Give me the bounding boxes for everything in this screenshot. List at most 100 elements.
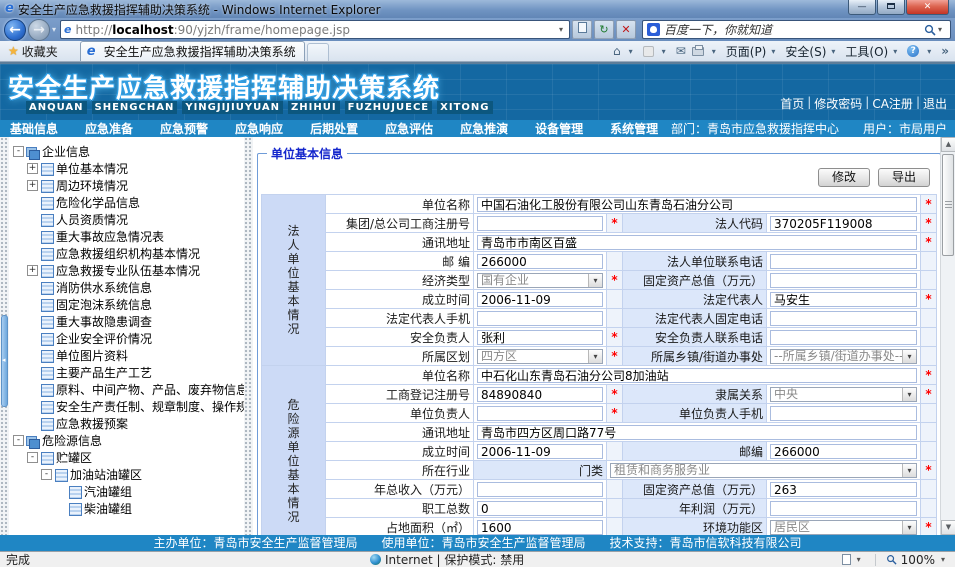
tree-item[interactable]: 单位图片资料: [9, 347, 244, 364]
overflow-chevron-icon[interactable]: »: [941, 44, 949, 58]
minimize-button[interactable]: —: [848, 0, 876, 15]
stop-button[interactable]: ✕: [616, 20, 636, 39]
header-link-2[interactable]: 修改密码: [814, 95, 862, 112]
search-input[interactable]: 百度一下，你就知道 ▾: [642, 20, 951, 39]
chevron-down-icon[interactable]: ▾: [588, 274, 602, 287]
field-input[interactable]: 2006-11-09: [477, 444, 603, 459]
back-button[interactable]: ←: [4, 19, 26, 41]
field-select[interactable]: 国有企业▾: [477, 273, 603, 288]
feeds-icon[interactable]: [643, 46, 654, 57]
chevron-down-icon[interactable]: ▾: [902, 464, 916, 477]
field-input[interactable]: 马安生: [770, 292, 917, 307]
tree-item[interactable]: 应急救援预案: [9, 415, 244, 432]
splitter-collapse-handle[interactable]: [1, 315, 8, 407]
tree-item[interactable]: 应急救援组织机构基本情况: [9, 245, 244, 262]
search-icon[interactable]: [924, 24, 936, 36]
tree-item[interactable]: -企业信息: [9, 143, 244, 160]
field-input[interactable]: [770, 273, 917, 288]
nav-item[interactable]: 应急准备: [85, 120, 133, 137]
tree-item[interactable]: 固定泡沫系统信息: [9, 296, 244, 313]
tree-item[interactable]: 重大事故隐患调查: [9, 313, 244, 330]
field-input[interactable]: 张利: [477, 330, 603, 345]
field-select[interactable]: 四方区▾: [477, 349, 603, 364]
print-dropdown[interactable]: ▾: [712, 47, 716, 56]
scroll-up-arrow[interactable]: ▲: [941, 137, 955, 152]
tree-item[interactable]: 危险化学品信息: [9, 194, 244, 211]
field-input[interactable]: 青岛市市南区百盛: [477, 235, 917, 250]
tree-item[interactable]: +周边环境情况: [9, 177, 244, 194]
home-dropdown[interactable]: ▾: [629, 47, 633, 56]
scroll-thumb[interactable]: [942, 154, 954, 256]
feeds-dropdown[interactable]: ▾: [662, 47, 666, 56]
tree-item[interactable]: 企业安全评价情况: [9, 330, 244, 347]
field-select[interactable]: --所属乡镇/街道办事处--▾: [770, 349, 917, 364]
nav-item[interactable]: 应急评估: [385, 120, 433, 137]
nav-item[interactable]: 设备管理: [535, 120, 583, 137]
field-select[interactable]: 居民区▾: [770, 520, 917, 535]
field-input[interactable]: 0: [477, 501, 603, 516]
nav-item[interactable]: 应急推演: [460, 120, 508, 137]
new-tab-button[interactable]: [307, 43, 329, 61]
scroll-down-arrow[interactable]: ▼: [941, 520, 955, 535]
tree-item[interactable]: 汽油罐组: [9, 483, 244, 500]
field-input[interactable]: 2006-11-09: [477, 292, 603, 307]
field-input[interactable]: 370205F119008: [770, 216, 917, 231]
tree-item[interactable]: 主要产品生产工艺: [9, 364, 244, 381]
tree-collapse-icon[interactable]: -: [41, 469, 52, 480]
home-icon[interactable]: ⌂: [613, 44, 621, 58]
tree-item[interactable]: 柴油罐组: [9, 500, 244, 517]
field-input[interactable]: 266000: [770, 444, 917, 459]
zoom-control[interactable]: ▾ 100% ▾: [842, 553, 949, 567]
tree-collapse-icon[interactable]: -: [13, 146, 24, 157]
tree-item[interactable]: -加油站油罐区: [9, 466, 244, 483]
safety-menu-button[interactable]: 安全(S)▾: [785, 43, 839, 60]
nav-item[interactable]: 应急预警: [160, 120, 208, 137]
address-dropdown[interactable]: ▾: [556, 25, 566, 34]
nav-item[interactable]: 基础信息: [10, 120, 58, 137]
tree-expand-icon[interactable]: +: [27, 180, 38, 191]
help-icon[interactable]: ?: [907, 45, 919, 57]
field-input[interactable]: 1600: [477, 520, 603, 535]
field-input[interactable]: 84890840: [477, 387, 603, 402]
recent-pages-dropdown[interactable]: ▾: [52, 25, 56, 34]
export-button[interactable]: 导出: [878, 168, 930, 187]
tree-collapse-icon[interactable]: -: [13, 435, 24, 446]
field-input[interactable]: [770, 330, 917, 345]
chevron-down-icon[interactable]: ▾: [902, 350, 916, 363]
field-input[interactable]: 青岛市四方区周口路77号: [477, 425, 917, 440]
help-dropdown[interactable]: ▾: [927, 47, 931, 56]
page-menu-button[interactable]: 页面(P)▾: [726, 43, 780, 60]
address-input[interactable]: e http://localhost:90/yjzh/frame/homepag…: [60, 20, 570, 39]
tree-item[interactable]: 重大事故应急情况表: [9, 228, 244, 245]
field-input[interactable]: [477, 216, 603, 231]
field-input[interactable]: [477, 311, 603, 326]
refresh-button[interactable]: ↻: [594, 20, 614, 39]
browser-tab[interactable]: e 安全生产应急救援指挥辅助决策系统: [80, 41, 305, 61]
field-input[interactable]: 中石化山东青岛石油分公司8加油站: [477, 368, 917, 383]
compatibility-view-button[interactable]: [572, 20, 592, 39]
print-icon[interactable]: [692, 47, 704, 56]
left-splitter[interactable]: [0, 137, 9, 535]
forward-button[interactable]: →: [28, 19, 50, 41]
tree-splitter[interactable]: [244, 137, 253, 535]
field-input[interactable]: 266000: [477, 254, 603, 269]
page-zoom-icon[interactable]: [842, 554, 851, 565]
header-link-1[interactable]: 首页: [780, 95, 804, 112]
tree-expand-icon[interactable]: +: [27, 163, 38, 174]
tree-expand-icon[interactable]: +: [27, 265, 38, 276]
zoom-dropdown[interactable]: ▾: [941, 555, 945, 564]
field-input[interactable]: 中国石油化工股份有限公司山东青岛石油分公司: [477, 197, 917, 212]
close-button[interactable]: ✕: [906, 0, 949, 15]
field-select[interactable]: 中央▾: [770, 387, 917, 402]
field-input[interactable]: 263: [770, 482, 917, 497]
tree-item[interactable]: 人员资质情况: [9, 211, 244, 228]
nav-item[interactable]: 后期处置: [310, 120, 358, 137]
field-input[interactable]: [770, 311, 917, 326]
tree-item[interactable]: 安全生产责任制、规章制度、操作规程信息: [9, 398, 244, 415]
favorites-button[interactable]: ★ 收藏夹: [0, 41, 66, 61]
header-link-4[interactable]: 退出: [923, 95, 947, 112]
tree-item[interactable]: +应急救援专业队伍基本情况: [9, 262, 244, 279]
field-input[interactable]: [770, 254, 917, 269]
read-mail-icon[interactable]: ✉: [676, 44, 686, 58]
tree-item[interactable]: 原料、中间产物、产品、废弃物信息: [9, 381, 244, 398]
